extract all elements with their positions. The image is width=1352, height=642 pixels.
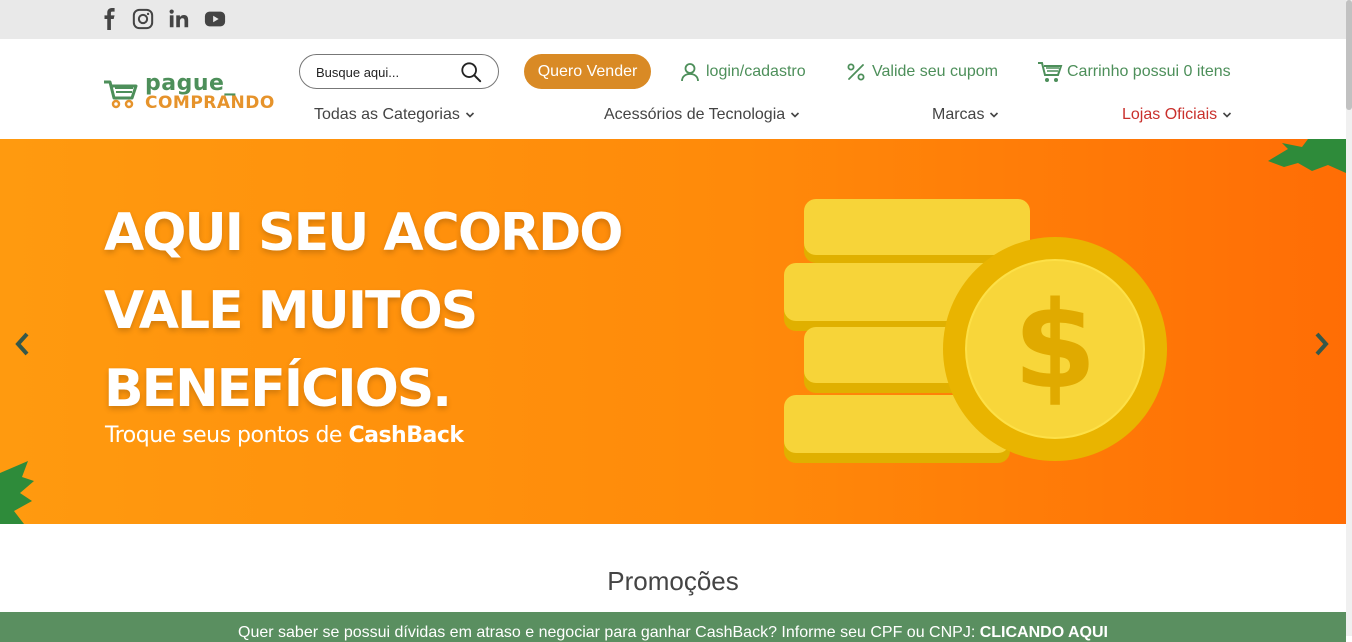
banner-subline-bold: CashBack (348, 423, 464, 448)
banner-subline: Troque seus pontos de CashBack (105, 423, 464, 448)
banner-headline-3: BENEFÍCIOS. (104, 359, 452, 419)
debt-notice-link[interactable]: CLICANDO AQUI (980, 624, 1108, 641)
social-bar (0, 0, 1346, 39)
carousel-next-arrow[interactable] (1310, 329, 1334, 359)
user-icon (681, 63, 699, 82)
nav-official-stores[interactable]: Lojas Oficiais (1122, 105, 1232, 125)
nav-brands-label: Marcas (932, 106, 985, 123)
cart-logo-icon (104, 80, 138, 109)
nav-tech-accessories-label: Acessórios de Tecnologia (604, 106, 786, 123)
svg-text:$: $ (1013, 277, 1097, 416)
chevron-down-icon (1223, 112, 1232, 118)
nav-tech-accessories[interactable]: Acessórios de Tecnologia (604, 105, 800, 125)
chevron-down-icon (990, 112, 999, 118)
facebook-icon[interactable] (98, 7, 122, 31)
chevron-down-icon (465, 112, 474, 118)
chevron-down-icon (791, 112, 800, 118)
nav-all-categories[interactable]: Todas as Categorias (314, 105, 475, 125)
header: pague_ COMPRANDO Quero Vender login/cada… (0, 39, 1346, 139)
banner-subline-text: Troque seus pontos de (105, 423, 349, 448)
cart-link[interactable]: Carrinho possui 0 itens (1037, 61, 1231, 83)
scrollbar[interactable] (1346, 0, 1352, 636)
nav-all-categories-label: Todas as Categorias (314, 106, 460, 123)
nav-official-stores-label: Lojas Oficiais (1122, 106, 1218, 123)
debt-notice-bar: Quer saber se possui dívidas em atraso e… (0, 612, 1346, 642)
carousel-prev-arrow[interactable] (10, 329, 34, 359)
banner-headline-2: VALE MUITOS (104, 281, 478, 341)
linkedin-icon[interactable] (167, 7, 191, 31)
leaf-decoration (0, 461, 34, 524)
leaf-decoration (1268, 139, 1346, 173)
banner-headline-1: AQUI SEU ACORDO (104, 203, 623, 263)
cart-label: Carrinho possui 0 itens (1067, 63, 1231, 80)
chevron-right-icon (1315, 332, 1329, 356)
instagram-icon[interactable] (131, 7, 155, 31)
coins-illustration: $ (784, 199, 1167, 463)
logo[interactable]: pague_ COMPRANDO (103, 71, 283, 119)
search-input[interactable] (314, 62, 454, 82)
logo-text-comprando: COMPRANDO (145, 93, 275, 113)
nav-brands[interactable]: Marcas (932, 105, 999, 125)
chevron-left-icon (15, 332, 29, 356)
search-icon[interactable] (460, 61, 482, 83)
coupon-label: Valide seu cupom (872, 63, 998, 80)
youtube-icon[interactable] (203, 7, 227, 31)
login-link[interactable]: login/cadastro (680, 61, 806, 83)
coupon-link[interactable]: Valide seu cupom (846, 61, 998, 83)
login-label: login/cadastro (706, 63, 806, 80)
sell-button[interactable]: Quero Vender (524, 54, 651, 89)
hero-banner[interactable]: AQUI SEU ACORDO VALE MUITOS BENEFÍCIOS. … (0, 139, 1346, 524)
shopping-cart-icon (1038, 62, 1063, 82)
percent-icon (847, 63, 865, 81)
search-box (299, 54, 499, 89)
scrollbar-thumb[interactable] (1346, 0, 1352, 110)
promotions-title: Promoções (607, 566, 739, 596)
debt-notice-text: Quer saber se possui dívidas em atraso e… (238, 624, 980, 641)
